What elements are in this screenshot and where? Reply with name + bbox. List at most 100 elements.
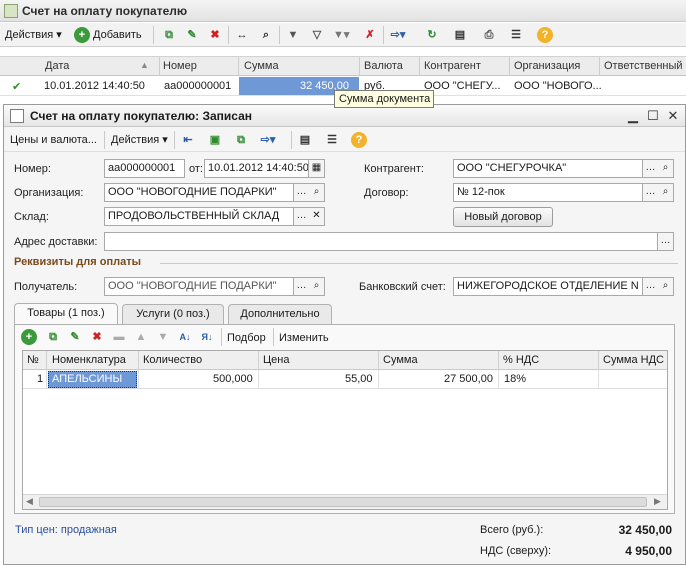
minimize-icon[interactable]: ▁ <box>624 107 642 125</box>
clear-icon[interactable]: ✕ <box>309 207 325 226</box>
column-vat-sum[interactable]: Сумма НДС <box>603 354 664 366</box>
column-qty[interactable]: Количество <box>143 354 202 366</box>
copy-row-icon[interactable]: ⧉ <box>45 329 61 345</box>
date-label: от: <box>189 163 203 175</box>
toolbar-separator <box>153 26 154 44</box>
sort-asc-icon[interactable]: A↓ <box>177 329 193 345</box>
clear-filter-icon[interactable]: ✗ <box>362 27 378 43</box>
close-icon[interactable]: ✕ <box>664 107 682 125</box>
select-items-button[interactable]: Подбор <box>227 329 266 347</box>
select-button[interactable]: … <box>643 159 659 178</box>
sort-icon: ▲ <box>140 60 149 70</box>
column-counterparty[interactable]: Контрагент <box>424 60 481 72</box>
select-button[interactable]: … <box>294 207 310 226</box>
sort-desc-icon[interactable]: Я↓ <box>199 329 215 345</box>
help-icon[interactable]: ? <box>537 27 553 43</box>
select-button[interactable]: … <box>294 277 310 296</box>
report-icon[interactable]: ▤ <box>452 27 468 43</box>
column-sum[interactable]: Сумма <box>383 354 418 366</box>
column-n[interactable]: № <box>27 354 39 366</box>
row-item: АПЕЛЬСИНЫ <box>52 373 123 385</box>
edit-icon[interactable]: ✎ <box>184 27 200 43</box>
list-header: Дата ▲ Номер Сумма Валюта Контрагент Орг… <box>0 56 686 76</box>
column-number[interactable]: Номер <box>163 60 197 72</box>
select-button[interactable]: … <box>643 277 659 296</box>
change-button[interactable]: Изменить <box>279 329 329 347</box>
contract-field[interactable]: № 12-пок <box>453 183 643 202</box>
move-down-icon[interactable]: ▼ <box>155 329 171 345</box>
structure-icon[interactable]: ☰ <box>324 132 340 148</box>
column-divider <box>498 370 499 389</box>
filter-value-icon[interactable]: ▽ <box>309 27 325 43</box>
column-divider <box>159 57 160 76</box>
column-vat-pct[interactable]: % НДС <box>503 354 539 366</box>
horizontal-scrollbar[interactable]: ◀ ▶ <box>23 494 667 509</box>
open-icon[interactable]: ⌕ <box>658 277 674 296</box>
scrollbar-thumb[interactable] <box>39 497 647 507</box>
vat-label: НДС (сверху): <box>480 545 552 557</box>
new-contract-button[interactable]: Новый договор <box>453 207 553 227</box>
column-currency[interactable]: Валюта <box>364 60 403 72</box>
date-field[interactable]: 10.01.2012 14:40:50 <box>204 159 309 178</box>
edit-row-icon[interactable]: ✎ <box>67 329 83 345</box>
help-icon[interactable]: ? <box>351 132 367 148</box>
bank-account-field[interactable]: НИЖЕГОРОДСКОЕ ОТДЕЛЕНИЕ N <box>453 277 643 296</box>
add-button[interactable]: Добавить <box>93 26 142 44</box>
open-icon[interactable]: ⌕ <box>309 277 325 296</box>
counterparty-field[interactable]: ООО "СНЕГУРОЧКА" <box>453 159 643 178</box>
column-divider <box>258 370 259 389</box>
open-icon[interactable]: ⌕ <box>658 159 674 178</box>
based-on-icon[interactable]: ⇨▾ <box>260 132 276 148</box>
interval-icon[interactable]: ↔ <box>234 27 250 43</box>
copy-icon[interactable]: ⧉ <box>161 27 177 43</box>
add-icon[interactable]: + <box>74 27 90 43</box>
filter-history-icon[interactable]: ▼▾ <box>333 27 349 43</box>
column-price[interactable]: Цена <box>263 354 289 366</box>
column-item[interactable]: Номенклатура <box>52 354 126 366</box>
column-date[interactable]: Дата <box>45 60 69 72</box>
structure-icon[interactable]: ☰ <box>508 27 524 43</box>
recipient-field[interactable]: ООО "НОВОГОДНИЕ ПОДАРКИ" <box>104 277 294 296</box>
post-icon[interactable]: ⧉ <box>233 132 249 148</box>
table-row[interactable]: 1 АПЕЛЬСИНЫ 500,000 55,00 27 500,00 18% <box>23 370 667 389</box>
form-actions-menu[interactable]: Действия ▾ <box>111 131 168 149</box>
actions-menu[interactable]: Действия ▾ <box>5 26 62 44</box>
save-icon[interactable]: ▣ <box>207 132 223 148</box>
calendar-icon[interactable]: ▦ <box>309 159 325 178</box>
move-up-icon[interactable]: ▲ <box>133 329 149 345</box>
column-organization[interactable]: Организация <box>514 60 580 72</box>
delete-row-icon[interactable]: ✖ <box>89 329 105 345</box>
end-edit-icon[interactable]: ▬ <box>111 329 127 345</box>
maximize-icon[interactable]: ☐ <box>644 107 662 125</box>
form-actions-label: Действия <box>111 134 160 146</box>
column-sum[interactable]: Сумма <box>244 60 279 72</box>
refresh-icon[interactable]: ↻ <box>424 27 440 43</box>
select-button[interactable]: … <box>658 232 674 251</box>
number-field[interactable]: аа000000001 <box>104 159 185 178</box>
prices-currency-button[interactable]: Цены и валюта... <box>10 131 97 149</box>
scroll-left-icon[interactable]: ◀ <box>26 496 33 507</box>
organization-field[interactable]: ООО "НОВОГОДНИЕ ПОДАРКИ" <box>104 183 294 202</box>
report-icon[interactable]: ▤ <box>297 132 313 148</box>
delete-icon[interactable]: ✖ <box>207 27 223 43</box>
tab-services[interactable]: Услуги (0 поз.) <box>122 304 224 324</box>
filter-icon[interactable]: ▼ <box>285 27 301 43</box>
tab-goods[interactable]: Товары (1 поз.) <box>14 303 118 325</box>
add-row-icon[interactable]: + <box>21 329 37 345</box>
price-type-link[interactable]: Тип цен: продажная <box>15 524 117 536</box>
search-icon[interactable]: ⌕ <box>258 27 274 43</box>
open-icon[interactable]: ⌕ <box>658 183 674 202</box>
tab-additional[interactable]: Дополнительно <box>228 304 332 324</box>
table-toolbar: + ⧉ ✎ ✖ ▬ ▲ ▼ A↓ Я↓ Подбор Изменить <box>15 325 674 349</box>
warehouse-field[interactable]: ПРОДОВОЛЬСТВЕННЫЙ СКЛАД <box>104 207 294 226</box>
column-responsible[interactable]: Ответственный <box>604 60 683 72</box>
select-button[interactable]: … <box>294 183 310 202</box>
select-button[interactable]: … <box>643 183 659 202</box>
post-and-close-icon[interactable]: ⇤ <box>180 132 196 148</box>
column-divider <box>599 57 600 76</box>
address-field[interactable] <box>104 232 658 251</box>
open-icon[interactable]: ⌕ <box>309 183 325 202</box>
scroll-right-icon[interactable]: ▶ <box>654 496 661 507</box>
print-icon[interactable]: ⎙ <box>481 27 497 43</box>
based-on-icon[interactable]: ⇨▾ <box>390 27 406 43</box>
